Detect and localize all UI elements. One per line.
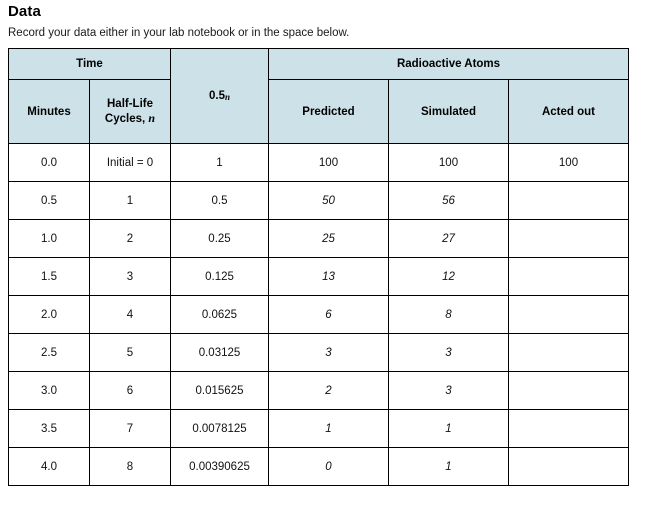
header-simulated: Simulated xyxy=(388,79,509,144)
table-row: 0.0 Initial = 0 1 100 100 100 xyxy=(8,143,629,182)
header-minutes: Minutes xyxy=(8,79,90,144)
table-row: 4.0 8 0.00390625 0 1 xyxy=(8,447,629,486)
cell-half-life-cycles[interactable]: 4 xyxy=(89,295,171,334)
table-row: 1.0 2 0.25 25 27 xyxy=(8,219,629,258)
table-row: 2.0 4 0.0625 6 8 xyxy=(8,295,629,334)
half-life-data-table: Time 0.5n Radioactive Atoms Minutes Half… xyxy=(8,48,629,486)
header-half-life-variable: n xyxy=(148,111,156,125)
cell-minutes[interactable]: 3.5 xyxy=(8,409,90,448)
cell-power-value[interactable]: 0.5 xyxy=(170,181,269,220)
cell-acted-out[interactable] xyxy=(508,257,629,296)
table-row: 3.5 7 0.0078125 1 1 xyxy=(8,409,629,448)
cell-predicted[interactable]: 0 xyxy=(268,447,389,486)
header-half-life-cycles: Half-Life Cycles, n xyxy=(89,79,171,144)
cell-simulated[interactable]: 1 xyxy=(388,447,509,486)
cell-power-value[interactable]: 0.0625 xyxy=(170,295,269,334)
cell-simulated[interactable]: 12 xyxy=(388,257,509,296)
cell-acted-out[interactable] xyxy=(508,181,629,220)
cell-half-life-cycles[interactable]: 7 xyxy=(89,409,171,448)
cell-simulated[interactable]: 3 xyxy=(388,333,509,372)
cell-minutes[interactable]: 3.0 xyxy=(8,371,90,410)
table-body: 0.0 Initial = 0 1 100 100 100 0.5 1 0.5 50 56 1.0 2 0… xyxy=(8,143,629,486)
cell-power-value[interactable]: 0.03125 xyxy=(170,333,269,372)
cell-predicted[interactable]: 13 xyxy=(268,257,389,296)
cell-power-value[interactable]: 0.25 xyxy=(170,219,269,258)
cell-half-life-cycles[interactable]: 1 xyxy=(89,181,171,220)
cell-acted-out[interactable] xyxy=(508,371,629,410)
header-group-radioactive-atoms: Radioactive Atoms xyxy=(268,48,629,80)
table-row: 3.0 6 0.015625 2 3 xyxy=(8,371,629,410)
page-title: Data xyxy=(8,3,41,20)
cell-acted-out[interactable] xyxy=(508,409,629,448)
cell-acted-out[interactable] xyxy=(508,333,629,372)
cell-half-life-cycles[interactable]: 5 xyxy=(89,333,171,372)
header-power-exponent: n xyxy=(224,92,230,102)
cell-minutes[interactable]: 0.5 xyxy=(8,181,90,220)
cell-half-life-cycles[interactable]: 3 xyxy=(89,257,171,296)
cell-predicted[interactable]: 25 xyxy=(268,219,389,258)
cell-minutes[interactable]: 1.0 xyxy=(8,219,90,258)
cell-predicted[interactable]: 3 xyxy=(268,333,389,372)
table-header: Time 0.5n Radioactive Atoms Minutes Half… xyxy=(8,48,629,144)
cell-minutes[interactable]: 1.5 xyxy=(8,257,90,296)
cell-half-life-cycles[interactable]: Initial = 0 xyxy=(89,143,171,182)
header-power-of-half: 0.5n xyxy=(170,48,269,144)
cell-power-value[interactable]: 0.015625 xyxy=(170,371,269,410)
cell-acted-out[interactable] xyxy=(508,219,629,258)
cell-simulated[interactable]: 27 xyxy=(388,219,509,258)
header-power-base: 0.5 xyxy=(208,90,225,102)
cell-power-value[interactable]: 0.125 xyxy=(170,257,269,296)
cell-simulated[interactable]: 1 xyxy=(388,409,509,448)
cell-power-value[interactable]: 0.00390625 xyxy=(170,447,269,486)
cell-predicted[interactable]: 6 xyxy=(268,295,389,334)
cell-simulated[interactable]: 100 xyxy=(388,143,509,182)
cell-predicted[interactable]: 100 xyxy=(268,143,389,182)
header-acted-out: Acted out xyxy=(508,79,629,144)
cell-simulated[interactable]: 3 xyxy=(388,371,509,410)
table-row: 0.5 1 0.5 50 56 xyxy=(8,181,629,220)
cell-predicted[interactable]: 50 xyxy=(268,181,389,220)
header-group-time: Time xyxy=(8,48,171,80)
cell-minutes[interactable]: 2.0 xyxy=(8,295,90,334)
cell-acted-out[interactable] xyxy=(508,295,629,334)
cell-minutes[interactable]: 0.0 xyxy=(8,143,90,182)
header-column-row: Minutes Half-Life Cycles, n Predicted Sim… xyxy=(8,79,629,144)
header-group-row: Time 0.5n Radioactive Atoms xyxy=(8,48,629,144)
cell-half-life-cycles[interactable]: 8 xyxy=(89,447,171,486)
cell-acted-out[interactable] xyxy=(508,447,629,486)
table-row: 2.5 5 0.03125 3 3 xyxy=(8,333,629,372)
worksheet-page: Data Record your data either in your lab… xyxy=(0,0,650,513)
cell-half-life-cycles[interactable]: 6 xyxy=(89,371,171,410)
cell-minutes[interactable]: 2.5 xyxy=(8,333,90,372)
cell-minutes[interactable]: 4.0 xyxy=(8,447,90,486)
cell-power-value[interactable]: 0.0078125 xyxy=(170,409,269,448)
header-half-life-line2: Cycles, xyxy=(104,113,146,125)
header-predicted: Predicted xyxy=(268,79,389,144)
cell-power-value[interactable]: 1 xyxy=(170,143,269,182)
cell-acted-out[interactable]: 100 xyxy=(508,143,629,182)
cell-predicted[interactable]: 1 xyxy=(268,409,389,448)
data-table-container: Time 0.5n Radioactive Atoms Minutes Half… xyxy=(8,48,629,486)
page-instructions: Record your data either in your lab note… xyxy=(8,27,350,39)
cell-simulated[interactable]: 56 xyxy=(388,181,509,220)
table-row: 1.5 3 0.125 13 12 xyxy=(8,257,629,296)
cell-predicted[interactable]: 2 xyxy=(268,371,389,410)
header-half-life-line1: Half-Life xyxy=(107,98,153,110)
cell-simulated[interactable]: 8 xyxy=(388,295,509,334)
cell-half-life-cycles[interactable]: 2 xyxy=(89,219,171,258)
